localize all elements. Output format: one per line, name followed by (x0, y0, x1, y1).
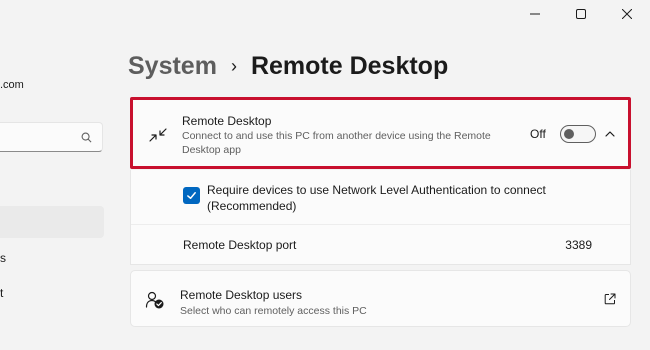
toggle-knob (564, 129, 574, 139)
checkmark-icon (187, 192, 196, 199)
remote-desktop-settings: Require devices to use Network Level Aut… (130, 170, 631, 265)
port-value: 3389 (565, 238, 592, 252)
users-card-description: Select who can remotely access this PC (180, 305, 367, 317)
window-controls (512, 0, 650, 28)
search-icon (81, 132, 92, 142)
users-card-title: Remote Desktop users (180, 288, 303, 302)
breadcrumb-parent[interactable]: System (128, 50, 217, 82)
remote-desktop-card[interactable]: Remote Desktop Connect to and use this P… (130, 97, 631, 169)
nla-label: Require devices to use Network Level Aut… (207, 182, 546, 214)
minimize-button[interactable] (512, 0, 558, 28)
account-email: .com (0, 79, 24, 91)
nla-label-line1: Require devices to use Network Level Aut… (207, 183, 546, 197)
close-button[interactable] (604, 0, 650, 28)
breadcrumb-separator: › (230, 56, 237, 76)
remote-desktop-description: Connect to and use this PC from another … (182, 130, 491, 156)
nla-checkbox[interactable] (183, 187, 200, 204)
port-label: Remote Desktop port (183, 238, 297, 252)
nla-setting-row: Require devices to use Network Level Aut… (131, 170, 630, 225)
page-title: Remote Desktop (250, 52, 449, 80)
chevron-up-icon[interactable] (604, 128, 616, 140)
remote-desktop-icon (149, 128, 167, 142)
close-icon (622, 9, 632, 19)
sidebar-item-system[interactable] (0, 206, 104, 238)
external-link-icon[interactable] (604, 293, 616, 305)
sidebar-item-fragment[interactable]: t (0, 286, 3, 300)
maximize-button[interactable] (558, 0, 604, 28)
sidebar: .com s t (0, 0, 110, 350)
sidebar-item-fragment[interactable]: s (0, 251, 6, 265)
remote-desktop-users-card[interactable]: Remote Desktop users Select who can remo… (130, 270, 631, 327)
search-input[interactable] (0, 122, 103, 152)
remote-desktop-title: Remote Desktop (182, 114, 272, 128)
toggle-state-label: Off (530, 127, 546, 141)
maximize-icon (576, 9, 586, 19)
users-icon (145, 291, 164, 309)
remote-desktop-toggle[interactable] (560, 125, 596, 143)
minimize-icon (530, 13, 540, 15)
breadcrumb: System › Remote Desktop (128, 50, 448, 82)
nla-label-line2: (Recommended) (207, 199, 297, 213)
